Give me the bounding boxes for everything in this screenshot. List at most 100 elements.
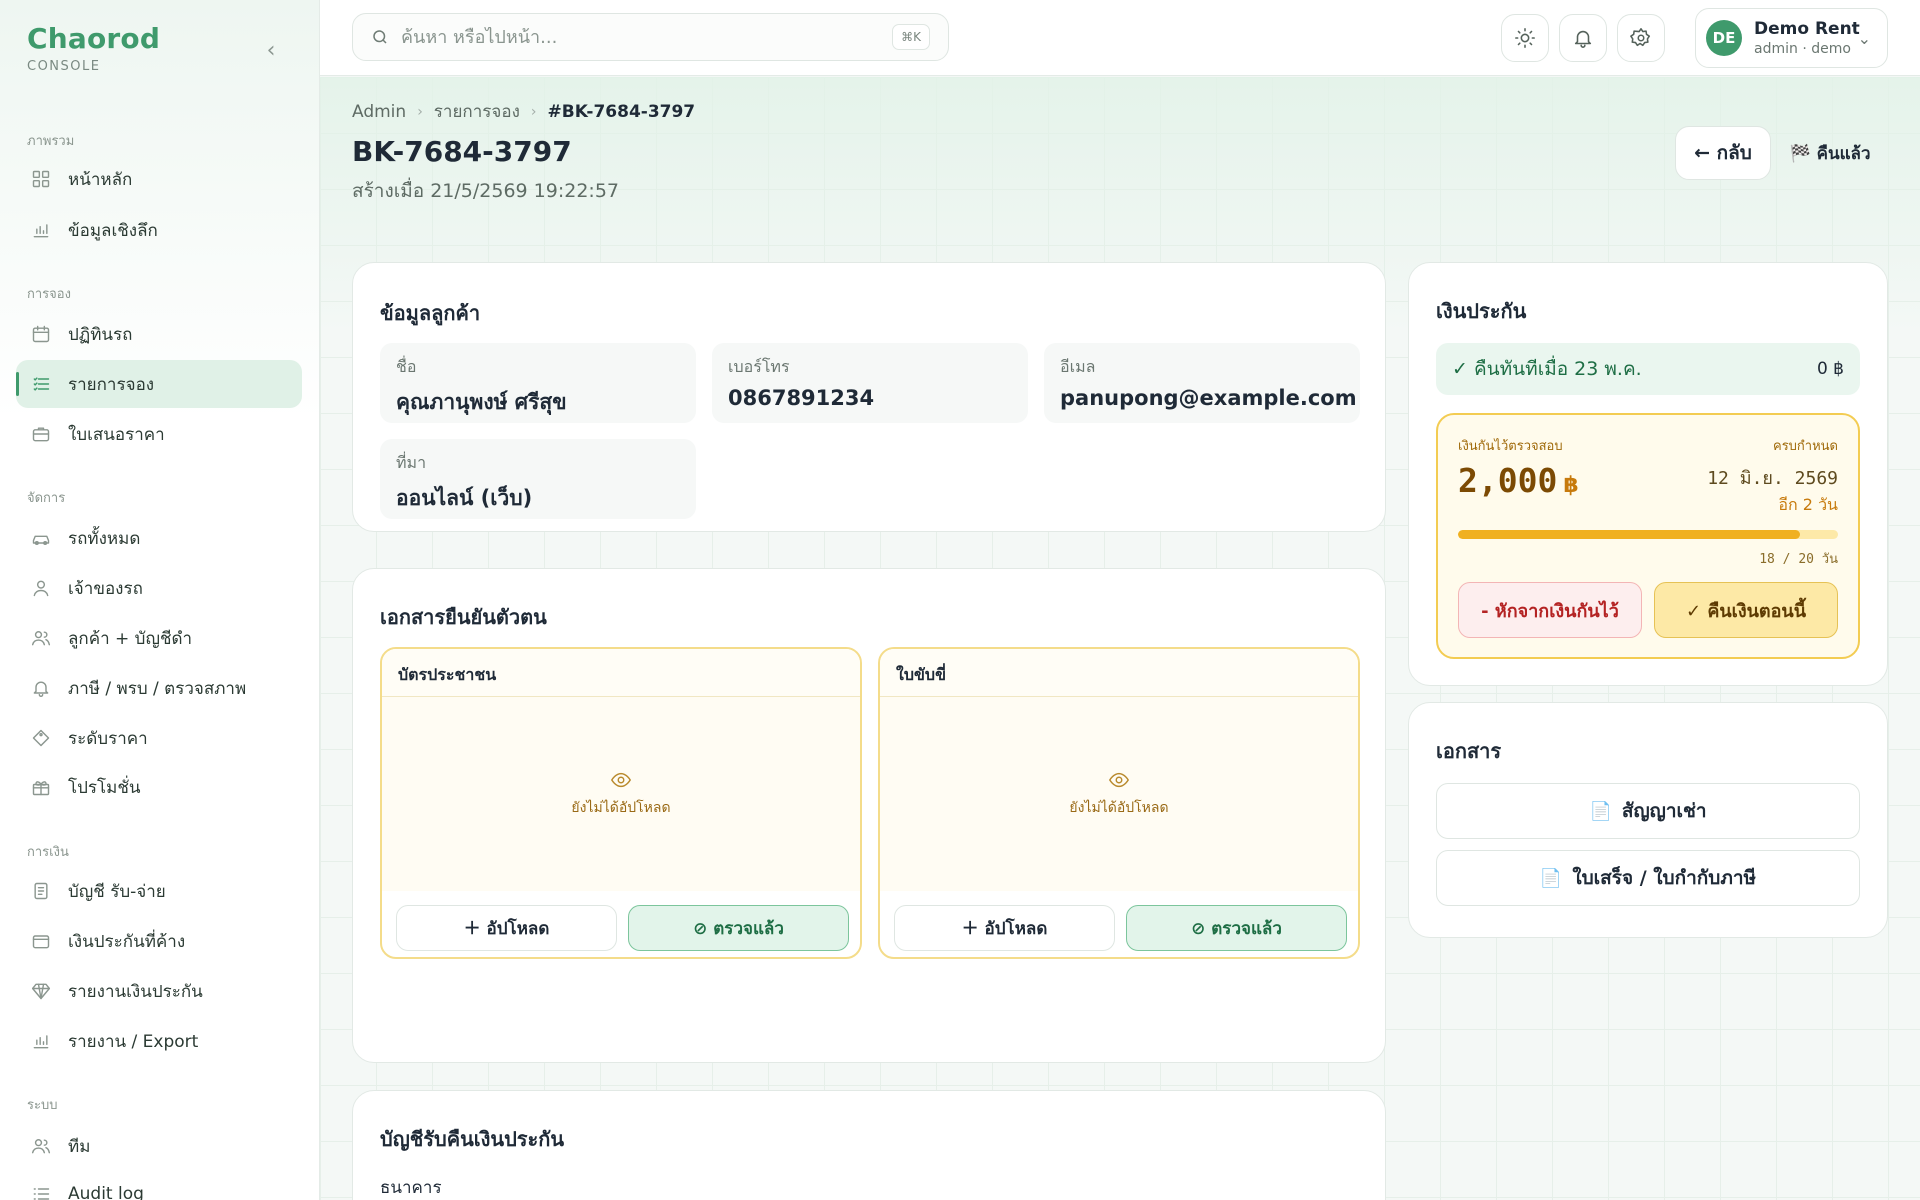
sidebar-item-label: ข้อมูลเชิงลึก [68,220,158,241]
nav-section-overview: ภาพรวม [27,134,75,149]
theme-toggle-button[interactable] [1501,14,1549,62]
refund-account-card: บัญชีรับคืนเงินประกัน ธนาคาร [352,1090,1386,1200]
chevron-left-icon: ‹ [266,38,276,63]
document-name: บัตรประชาชน [382,649,860,697]
returned-amount: 0 ฿ [1816,359,1844,379]
sidebar-item-label: ทีม [68,1136,91,1157]
document-link-label: สัญญาเช่า [1621,800,1707,822]
sidebar-item-label: หน้าหลัก [68,169,133,190]
documents-card: เอกสาร 📄 สัญญาเช่า 📄 ใบเสร็จ / ใบกำกับภา… [1408,702,1888,938]
field-label: ชื่อ [396,357,417,376]
hold-progress-label: 18 / 20 วัน [1759,552,1838,567]
sidebar-item-promotions[interactable]: โปรโมชั่น [16,763,302,811]
user-icon [30,577,52,599]
field-value: panupong@example.com [1060,386,1357,410]
sidebar-item-team[interactable]: ทีม [16,1122,302,1170]
field-label: เบอร์โทร [728,357,790,376]
deduct-deposit-button[interactable]: - หักจากเงินกันไว้ [1458,582,1642,638]
collapse-sidebar-button[interactable]: ‹ [258,38,284,64]
sidebar-item-quotes[interactable]: ใบเสนอราคา [16,410,302,458]
list-icon [30,373,52,395]
bar-chart-icon [30,219,52,241]
sidebar-item-label: ลูกค้า + บัญชีดำ [68,628,193,649]
sidebar-item-reports-export[interactable]: รายงาน / Export [16,1017,302,1065]
sidebar-item-label: บัญชี รับ-จ่าย [68,881,166,902]
due-label: ครบกำหนด [1773,439,1838,454]
sidebar-item-customers[interactable]: ลูกค้า + บัญชีดำ [16,614,302,662]
eye-icon [610,772,632,788]
diamond-icon [30,980,52,1002]
sidebar-item-price-tiers[interactable]: ระดับราคา [16,714,302,762]
bar-chart-icon [30,1030,52,1052]
nav-section-system: ระบบ [27,1098,58,1113]
brand-name: Chaorod [27,22,161,55]
rental-contract-button[interactable]: 📄 สัญญาเช่า [1436,783,1860,839]
breadcrumb-bookings[interactable]: รายการจอง [434,98,520,125]
sidebar-item-tax-inspection[interactable]: ภาษี / พรบ / ตรวจสภาพ [16,664,302,712]
customer-email-field: อีเมล panupong@example.com [1044,343,1360,423]
document-preview[interactable]: ยังไม่ได้อัปโหลด [880,697,1358,891]
sidebar-item-pending-deposits[interactable]: เงินประกันที่ค้าง [16,917,302,965]
id-card-document: บัตรประชาชน ยังไม่ได้อัปโหลด ＋ อัปโหลด ⊘… [380,647,862,959]
returned-status-button[interactable]: 🏁 คืนแล้ว [1785,126,1875,180]
card-title: เงินประกัน [1436,299,1527,323]
sidebar-item-cars[interactable]: รถทั้งหมด [16,514,302,562]
brand: Chaorod CONSOLE [27,22,160,74]
upload-button[interactable]: ＋ อัปโหลด [396,905,617,951]
nav-section-manage: จัดการ [27,491,66,506]
breadcrumb-admin[interactable]: Admin [352,102,406,122]
sidebar-item-label: รายงานเงินประกัน [68,981,203,1002]
settings-button[interactable] [1617,14,1665,62]
search-box[interactable]: ⌘K [352,13,949,61]
sidebar-item-owners[interactable]: เจ้าของรถ [16,564,302,612]
main-content: Admin › รายการจอง › #BK-7684-3797 BK-768… [320,77,1920,1200]
user-role: admin · demo [1754,41,1851,57]
sidebar-item-bookings[interactable]: รายการจอง [16,360,302,408]
back-button[interactable]: ← กลับ [1675,126,1771,180]
sidebar-item-label: รายการจอง [68,374,155,395]
wallet-icon [30,930,52,952]
verify-button[interactable]: ⊘ ตรวจแล้ว [1126,905,1347,951]
sidebar-item-deposit-report[interactable]: รายงานเงินประกัน [16,967,302,1015]
search-icon [373,30,387,44]
brand-subtitle: CONSOLE [27,59,101,74]
car-icon [30,527,52,549]
driving-license-document: ใบขับขี่ ยังไม่ได้อัปโหลด ＋ อัปโหลด ⊘ ตร… [878,647,1360,959]
due-date: 12 มิ.ย. 2569 [1707,468,1838,489]
notifications-button[interactable] [1559,14,1607,62]
field-label: อีเมล [1060,357,1096,376]
sidebar-item-audit-log[interactable]: Audit log [16,1170,302,1200]
customer-name-field: ชื่อ คุณภานุพงษ์ ศรีสุข [380,343,696,423]
held-amount: 2,000 ฿ [1458,461,1579,500]
tag-icon [30,727,52,749]
sidebar-item-ledger[interactable]: บัญชี รับ-จ่าย [16,867,302,915]
upload-button[interactable]: ＋ อัปโหลด [894,905,1115,951]
sidebar-item-label: ภาษี / พรบ / ตรวจสภาพ [68,678,247,699]
topbar: ⌘K DE Demo Rent admin · demo ⌄ [320,0,1920,76]
file-icon: 📄 [1539,867,1563,889]
ledger-icon [30,880,52,902]
search-input[interactable] [401,26,871,48]
field-label: ที่มา [396,453,427,472]
field-value: คุณภานุพงษ์ ศรีสุข [396,390,567,414]
receipt-invoice-button[interactable]: 📄 ใบเสร็จ / ใบกำกับภาษี [1436,850,1860,906]
eye-icon [1108,772,1130,788]
refund-now-button[interactable]: ✓ คืนเงินตอนนี้ [1654,582,1838,638]
sidebar-item-car-calendar[interactable]: ปฏิทินรถ [16,310,302,358]
upload-status: ยังไม่ได้อัปโหลด [1069,800,1169,816]
sidebar-item-label: ระดับราคา [68,728,148,749]
user-menu[interactable]: DE Demo Rent admin · demo ⌄ [1695,8,1888,68]
sidebar-item-insights[interactable]: ข้อมูลเชิงลึก [16,206,302,254]
sidebar-item-label: โปรโมชั่น [68,777,141,798]
sidebar-item-label: เจ้าของรถ [68,578,143,599]
user-name: Demo Rent [1754,19,1860,39]
sidebar-item-home[interactable]: หน้าหลัก [16,155,302,203]
held-label: เงินกันไว้ตรวจสอบ [1458,439,1563,454]
document-preview[interactable]: ยังไม่ได้อัปโหลด [382,697,860,891]
briefcase-icon [30,423,52,445]
nav-section-finance: การเงิน [27,845,69,860]
sidebar-item-label: ใบเสนอราคา [68,424,165,445]
sidebar-item-label: Audit log [68,1184,144,1200]
users-icon [30,1135,52,1157]
verify-button[interactable]: ⊘ ตรวจแล้ว [628,905,849,951]
